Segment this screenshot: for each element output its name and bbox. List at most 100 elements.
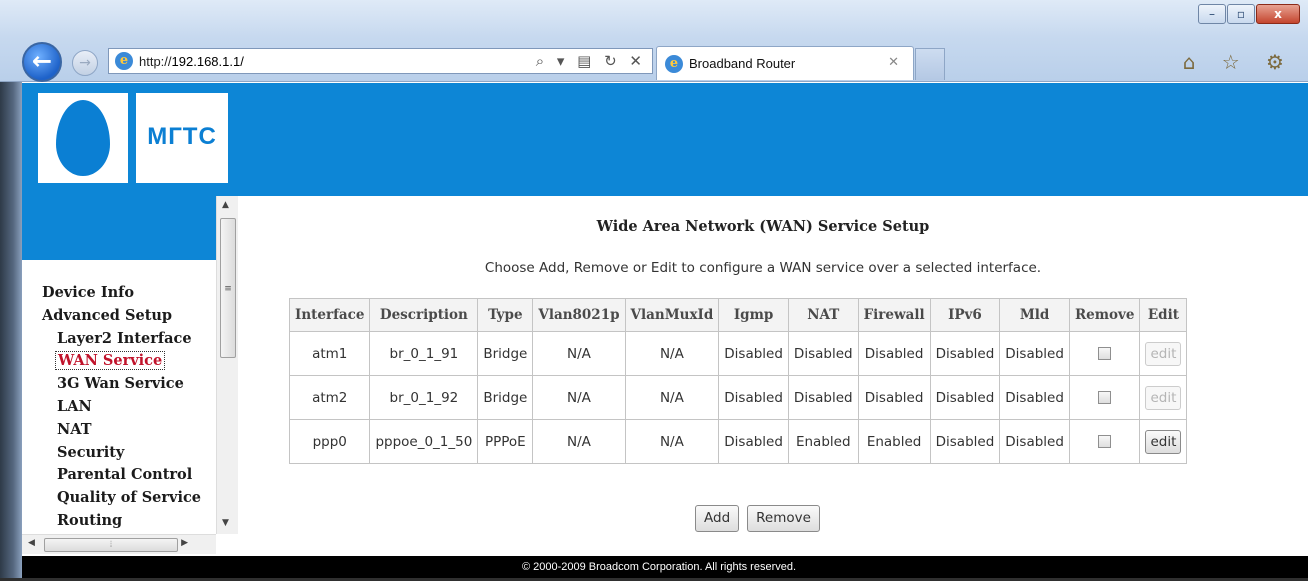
cell-interface: ppp0 bbox=[288, 419, 371, 464]
cell-igmp: Disabled bbox=[718, 331, 789, 376]
col-header-interface: Interface bbox=[288, 298, 371, 332]
cell-interface: atm1 bbox=[288, 331, 371, 376]
sidebar-item-parental-control[interactable]: Parental Control bbox=[42, 464, 201, 487]
sidebar-item-3g-wan-service[interactable]: 3G Wan Service bbox=[42, 373, 201, 396]
cell-ipv6: Disabled bbox=[929, 375, 1001, 420]
window-controls: – ▫ x bbox=[1197, 4, 1300, 24]
sidebar-item-wan-service[interactable]: WAN Service bbox=[55, 351, 166, 371]
wan-service-table: Interface Description Type Vlan8021p Vla… bbox=[288, 298, 1188, 464]
col-header-igmp: Igmp bbox=[718, 298, 789, 332]
remove-checkbox[interactable] bbox=[1098, 347, 1112, 360]
sidebar-item-nat[interactable]: NAT bbox=[42, 419, 201, 442]
table-row: atm1 br_0_1_91 Bridge N/A N/A Disabled D… bbox=[288, 331, 1188, 376]
cell-vlanmuxid: N/A bbox=[624, 419, 720, 464]
cell-description: br_0_1_92 bbox=[369, 375, 479, 420]
sidebar-horizontal-scrollbar[interactable]: ◀ ⦙ ▶ bbox=[22, 534, 216, 554]
tab-title: Broadband Router bbox=[689, 56, 796, 71]
scroll-left-arrow-icon[interactable]: ◀ bbox=[28, 538, 35, 548]
remove-button[interactable]: Remove bbox=[747, 505, 820, 532]
cell-nat: Disabled bbox=[787, 375, 859, 420]
maximize-button[interactable]: ▫ bbox=[1227, 4, 1255, 24]
cell-edit: edit bbox=[1139, 375, 1188, 420]
egg-icon bbox=[56, 100, 110, 176]
address-tools-icons[interactable]: ⌕ ▾ ▤ ↻ ✕ bbox=[536, 52, 646, 70]
address-text: http://192.168.1.1/ bbox=[139, 53, 244, 69]
sidebar-item-advanced-setup[interactable]: Advanced Setup bbox=[42, 305, 201, 328]
scroll-down-arrow-icon[interactable]: ▼ bbox=[222, 518, 229, 528]
cell-remove bbox=[1068, 331, 1141, 376]
window-left-edge bbox=[0, 82, 22, 578]
table-header-row: Interface Description Type Vlan8021p Vla… bbox=[288, 298, 1188, 332]
sidebar-item-device-info[interactable]: Device Info bbox=[42, 282, 201, 305]
cell-type: Bridge bbox=[477, 375, 534, 420]
horizontal-scroll-thumb[interactable]: ⦙ bbox=[44, 538, 178, 552]
cell-nat: Enabled bbox=[787, 419, 859, 464]
sidebar-item-routing[interactable]: Routing bbox=[42, 510, 201, 533]
sidebar-item-lan[interactable]: LAN bbox=[42, 396, 201, 419]
col-header-vlan8021p: Vlan8021p bbox=[532, 298, 626, 332]
tab-ie-icon: e bbox=[665, 54, 683, 73]
cell-vlanmuxid: N/A bbox=[624, 375, 720, 420]
footer: © 2000-2009 Broadcom Corporation. All ri… bbox=[22, 556, 1308, 578]
table-row: ppp0 pppoe_0_1_50 PPPoE N/A N/A Disabled… bbox=[288, 419, 1188, 464]
col-header-vlanmuxid: VlanMuxId bbox=[624, 298, 720, 332]
cell-edit: edit bbox=[1139, 331, 1188, 376]
back-button[interactable]: ← bbox=[22, 42, 62, 82]
sidebar-item-quality-of-service[interactable]: Quality of Service bbox=[42, 487, 201, 510]
cell-edit: edit bbox=[1139, 419, 1188, 464]
cell-mld: Disabled bbox=[999, 331, 1070, 376]
browser-toolbar-icons[interactable]: ⌂ ☆ ⚙ bbox=[1183, 50, 1294, 74]
edit-button[interactable]: edit bbox=[1145, 341, 1182, 366]
main-content: Wide Area Network (WAN) Service Setup Ch… bbox=[238, 196, 1308, 556]
ie-page-icon: e bbox=[115, 52, 133, 70]
add-button[interactable]: Add bbox=[695, 505, 740, 532]
cell-type: Bridge bbox=[477, 331, 534, 376]
minimize-button[interactable]: – bbox=[1198, 4, 1226, 24]
col-header-firewall: Firewall bbox=[857, 298, 931, 332]
sidebar-vertical-scrollbar[interactable]: ▲ ≡ ▼ bbox=[216, 196, 238, 534]
address-bar[interactable]: e http://192.168.1.1/ ⌕ ▾ ▤ ↻ ✕ bbox=[108, 48, 653, 74]
sidebar-item-layer2-interface[interactable]: Layer2 Interface bbox=[42, 328, 201, 351]
remove-checkbox[interactable] bbox=[1098, 435, 1112, 448]
col-header-nat: NAT bbox=[787, 298, 859, 332]
logo-text-box: МГТС bbox=[136, 93, 228, 183]
cell-type: PPPoE bbox=[477, 419, 534, 464]
col-header-type: Type bbox=[477, 298, 534, 332]
cell-firewall: Enabled bbox=[857, 419, 931, 464]
close-window-button[interactable]: x bbox=[1256, 4, 1300, 24]
cell-igmp: Disabled bbox=[718, 419, 789, 464]
page-title: Wide Area Network (WAN) Service Setup bbox=[596, 218, 930, 235]
edit-button[interactable]: edit bbox=[1145, 429, 1182, 454]
col-header-edit: Edit bbox=[1139, 298, 1188, 332]
col-header-remove: Remove bbox=[1068, 298, 1141, 332]
remove-checkbox[interactable] bbox=[1098, 391, 1112, 404]
cell-vlan8021p: N/A bbox=[532, 331, 626, 376]
sidebar-menu: Device Info Advanced Setup Layer2 Interf… bbox=[42, 282, 201, 533]
edit-button[interactable]: edit bbox=[1145, 385, 1182, 410]
cell-firewall: Disabled bbox=[857, 375, 931, 420]
sidebar-item-security[interactable]: Security bbox=[42, 442, 201, 465]
cell-mld: Disabled bbox=[999, 419, 1070, 464]
cell-mld: Disabled bbox=[999, 375, 1070, 420]
col-header-description: Description bbox=[369, 298, 479, 332]
vertical-scroll-thumb[interactable]: ≡ bbox=[220, 218, 236, 358]
cell-ipv6: Disabled bbox=[929, 331, 1001, 376]
tab-close-icon[interactable]: ✕ bbox=[888, 55, 899, 70]
cell-description: br_0_1_91 bbox=[369, 331, 479, 376]
cell-vlan8021p: N/A bbox=[532, 375, 626, 420]
left-frame: Device Info Advanced Setup Layer2 Interf… bbox=[22, 196, 238, 556]
table-row: atm2 br_0_1_92 Bridge N/A N/A Disabled D… bbox=[288, 375, 1188, 420]
browser-chrome: – ▫ x ← → e http://192.168.1.1/ ⌕ ▾ ▤ ↻ … bbox=[0, 0, 1308, 82]
left-frame-header bbox=[22, 196, 216, 260]
cell-vlanmuxid: N/A bbox=[624, 331, 720, 376]
browser-tab[interactable]: e Broadband Router ✕ bbox=[656, 46, 914, 80]
col-header-ipv6: IPv6 bbox=[929, 298, 1001, 332]
col-header-mld: Mld bbox=[999, 298, 1070, 332]
cell-description: pppoe_0_1_50 bbox=[369, 419, 479, 464]
scroll-right-arrow-icon[interactable]: ▶ bbox=[181, 538, 188, 548]
forward-button[interactable]: → bbox=[72, 50, 98, 76]
scroll-up-arrow-icon[interactable]: ▲ bbox=[222, 200, 229, 210]
cell-firewall: Disabled bbox=[857, 331, 931, 376]
header-banner: МГТС bbox=[22, 83, 1308, 196]
new-tab-button[interactable] bbox=[915, 48, 945, 80]
